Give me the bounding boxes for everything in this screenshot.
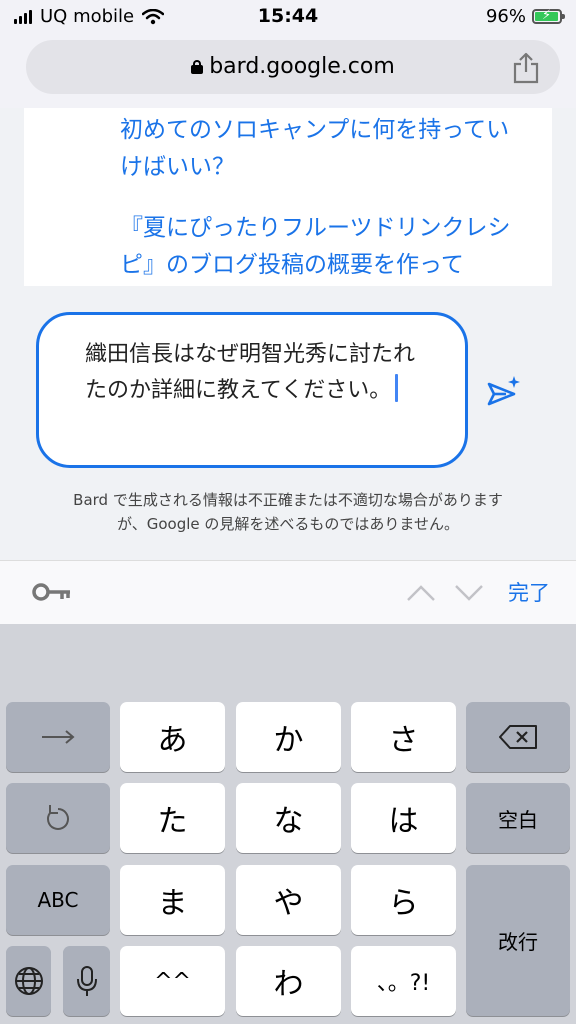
microphone-icon [76, 966, 97, 996]
key-icon[interactable] [32, 581, 72, 603]
key-ra[interactable]: ら [351, 865, 456, 935]
key-punctuation[interactable]: 、。?! [351, 946, 456, 1016]
prompt-text: 織田信長はなぜ明智光秀に討たれたのか詳細に教えてください。 [85, 342, 416, 403]
abc-key[interactable]: ABC [6, 865, 110, 935]
suggestion-solo-camp[interactable]: 初めてのソロキャンプに何を持っていけばいい？ [120, 112, 530, 186]
lock-icon [191, 60, 204, 74]
battery-percent: 96% [485, 6, 526, 27]
globe-key[interactable] [6, 946, 51, 1016]
suggestion-fruit-drink[interactable]: 『夏にぴったりフルーツドリンクレシピ』のブログ投稿の概要を作って [120, 210, 530, 284]
done-button[interactable]: 完了 [508, 577, 550, 607]
address-text-wrap: bard.google.com [26, 54, 560, 79]
key-wa[interactable]: わ [236, 946, 341, 1016]
bard-page: 初めてのソロキャンプに何を持っていけばいい？ 『夏にぴったりフルーツドリンクレシ… [0, 108, 576, 560]
key-a[interactable]: あ [120, 702, 225, 772]
charging-bolt-icon: ⚡ [542, 8, 552, 23]
space-key[interactable]: 空白 [466, 783, 570, 853]
key-sa[interactable]: さ [351, 702, 456, 772]
share-icon[interactable] [512, 52, 540, 84]
return-key[interactable]: 改行 [466, 865, 570, 1016]
key-ka[interactable]: か [236, 702, 341, 772]
disclaimer-line-1: Bard で生成される情報は不正確または不適切な場合があります [73, 491, 503, 509]
battery-group: 96% ⚡ [485, 6, 565, 27]
browser-toolbar: bard.google.com [0, 36, 576, 108]
undo-key[interactable] [6, 783, 110, 853]
prompt-input[interactable]: 織田信長はなぜ明智光秀に討たれたのか詳細に教えてください。 [36, 312, 468, 468]
dictation-key[interactable] [63, 946, 110, 1016]
undo-icon [47, 805, 69, 830]
key-dakuten[interactable]: ^^ [120, 946, 225, 1016]
next-field-chevron-down-icon[interactable] [454, 583, 484, 603]
next-candidate-key[interactable] [6, 702, 110, 772]
prompt-text-wrap: 織田信長はなぜ明智光秀に討たれたのか詳細に教えてください。 [85, 337, 425, 409]
delete-key[interactable] [466, 702, 570, 772]
key-ta[interactable]: た [120, 783, 225, 853]
key-ha[interactable]: は [351, 783, 456, 853]
text-caret [395, 374, 399, 402]
send-icon[interactable] [486, 374, 522, 410]
previous-field-chevron-up-icon[interactable] [406, 583, 436, 603]
battery-icon: ⚡ [532, 8, 565, 24]
keyboard-accessory-bar: 完了 [0, 560, 576, 624]
status-bar: UQ mobile 15:44 96% ⚡ [0, 0, 576, 36]
globe-icon [14, 967, 43, 995]
url-text: bard.google.com [209, 54, 395, 79]
key-ya[interactable]: や [236, 865, 341, 935]
delete-backspace-icon [499, 725, 537, 749]
suggestion-card: 初めてのソロキャンプに何を持っていけばいい？ 『夏にぴったりフルーツドリンクレシ… [24, 108, 552, 286]
disclaimer: Bard で生成される情報は不正確または不適切な場合があります が、Google… [0, 488, 576, 536]
disclaimer-line-2: が、Google の見解を述べるものではありません。 [117, 515, 459, 533]
key-na[interactable]: な [236, 783, 341, 853]
key-ma[interactable]: ま [120, 865, 225, 935]
screen: UQ mobile 15:44 96% ⚡ bard.google.com 初め… [0, 0, 576, 1024]
address-bar[interactable]: bard.google.com [26, 40, 560, 94]
arrow-right-icon [42, 730, 75, 744]
japanese-keyboard: ABC あ か さ た な は ま や ら ^^ わ 、。?! 空白 改行 [0, 624, 576, 1024]
